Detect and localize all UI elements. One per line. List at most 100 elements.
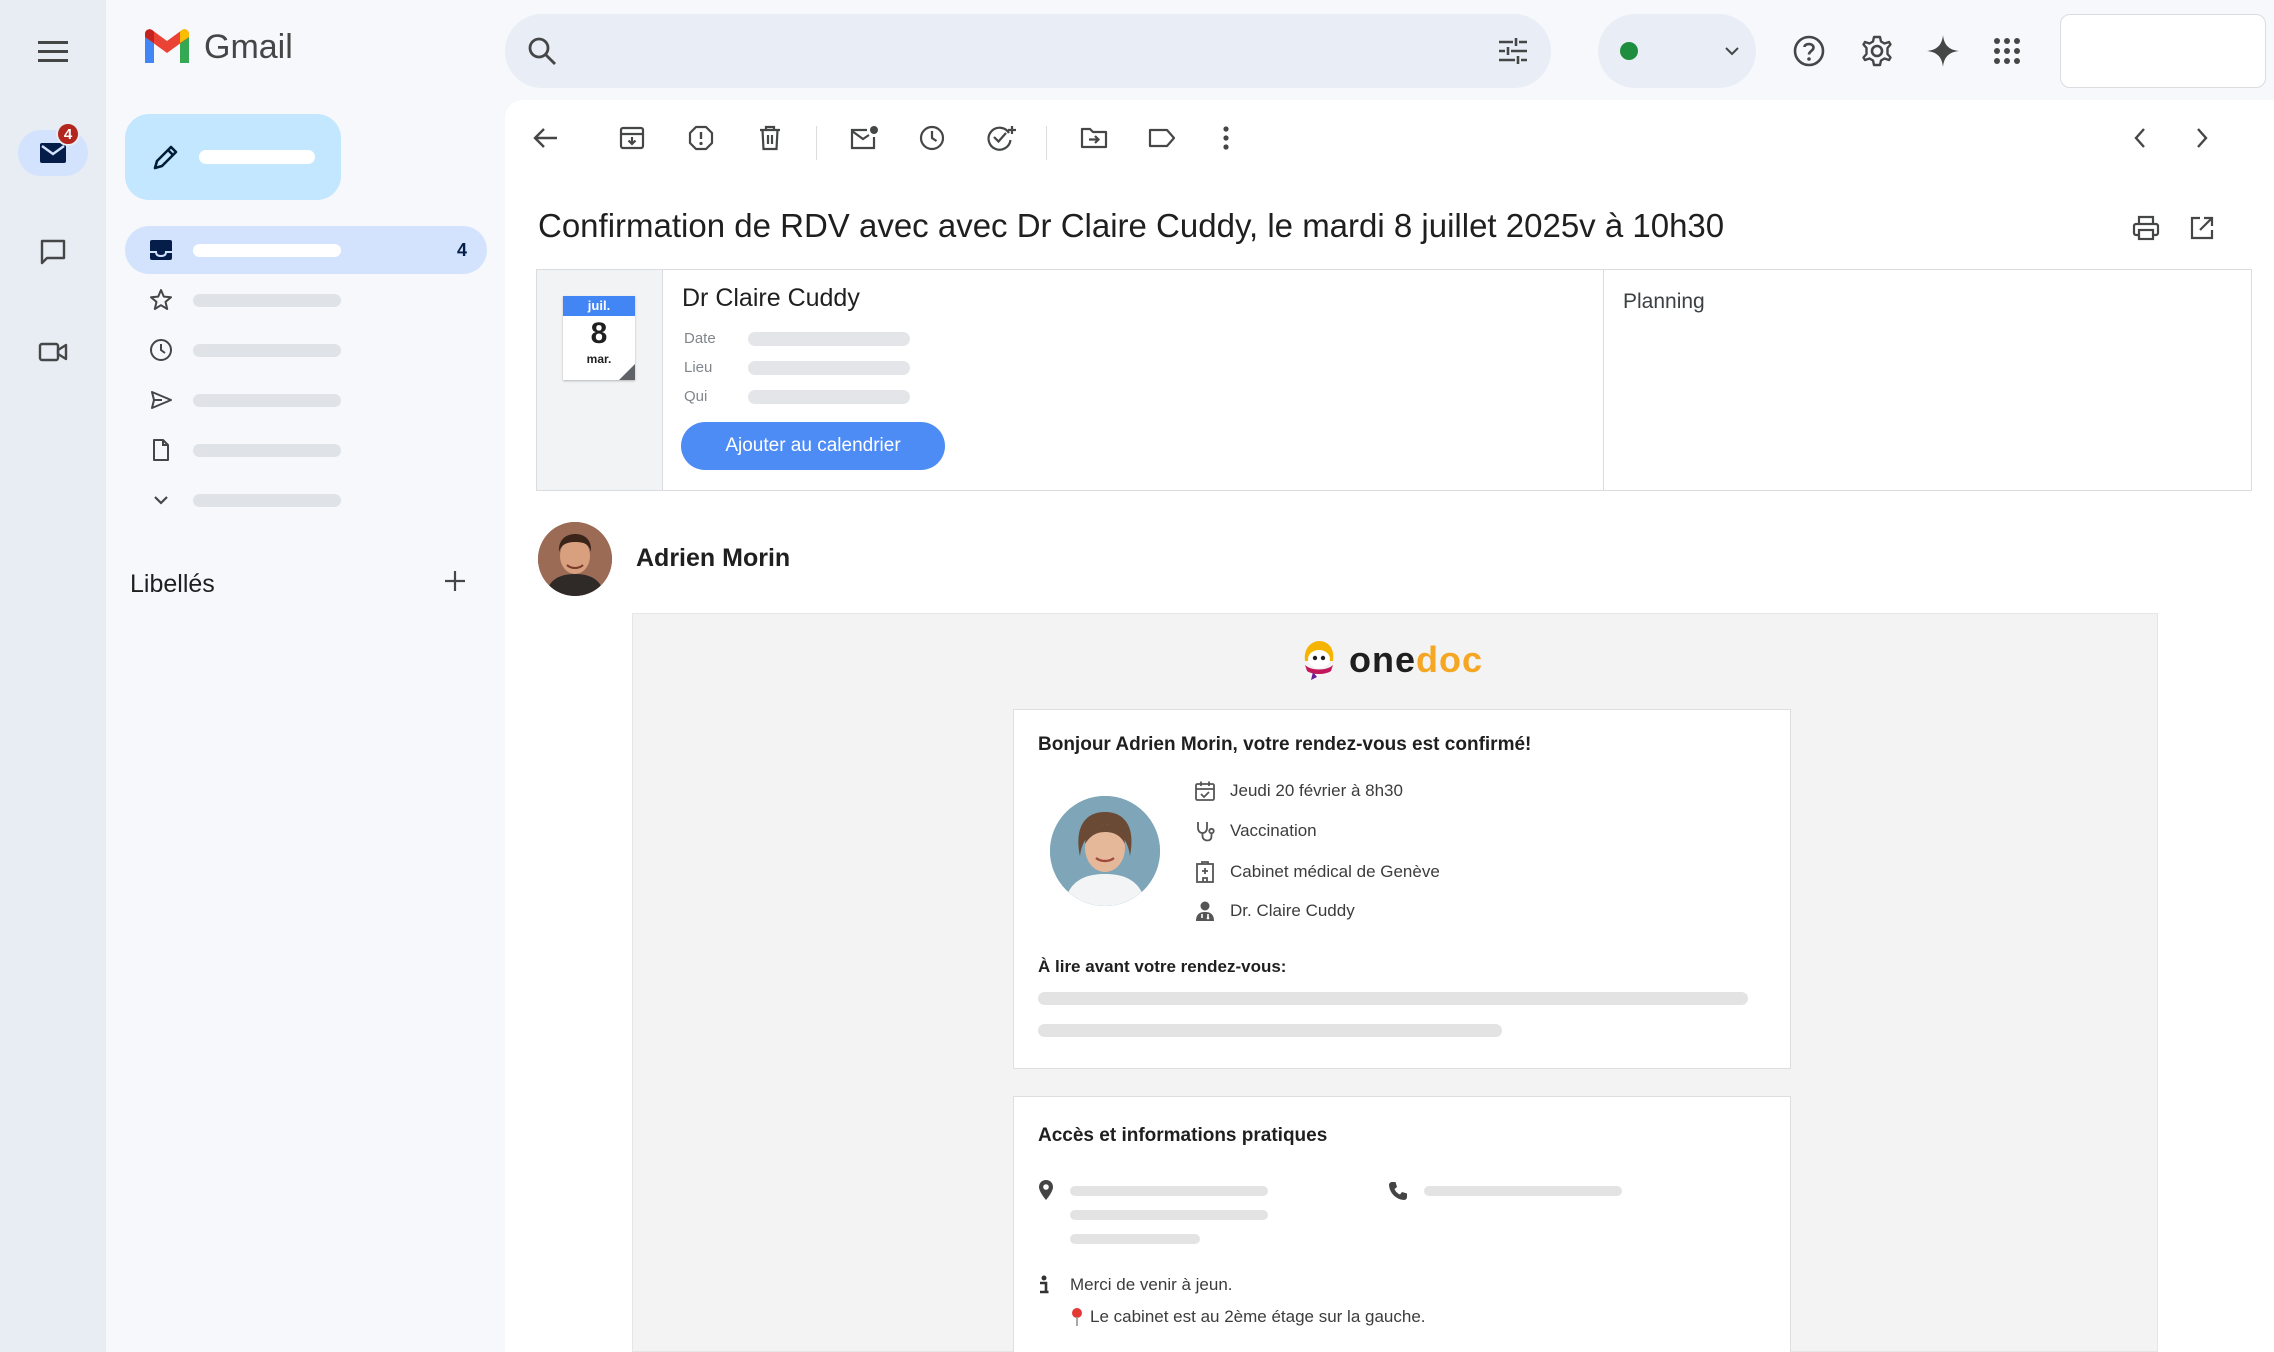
trash-icon bbox=[760, 125, 780, 151]
planning-label: Planning bbox=[1623, 290, 1705, 313]
calendar-check-icon bbox=[1195, 781, 1215, 801]
print-button[interactable] bbox=[2128, 210, 2164, 246]
phone-placeholder-line bbox=[1424, 1186, 1622, 1196]
move-to-button[interactable] bbox=[1076, 120, 1112, 156]
nav-item-drafts[interactable] bbox=[125, 426, 487, 474]
send-icon bbox=[151, 391, 172, 409]
calendar-invite-card: juil. 8 mar. Dr Claire Cuddy Date Lieu Q… bbox=[536, 269, 2252, 491]
page-fold-decoration bbox=[619, 364, 635, 380]
event-row-label: Qui bbox=[684, 388, 708, 405]
toolbar-divider bbox=[1046, 126, 1047, 160]
note-fasting-text: Merci de venir à jeun. bbox=[1070, 1275, 1233, 1294]
arrow-left-icon bbox=[533, 128, 557, 148]
event-value-placeholder bbox=[748, 360, 910, 375]
open-new-window-button[interactable] bbox=[2184, 210, 2220, 246]
event-value-placeholder bbox=[748, 389, 910, 404]
compose-button[interactable] bbox=[125, 114, 341, 200]
greeting-heading: Bonjour Adrien Morin, votre rendez-vous … bbox=[1038, 734, 1532, 755]
gemini-button[interactable] bbox=[1922, 30, 1964, 72]
calendar-date-tile: juil. 8 mar. bbox=[563, 296, 635, 380]
draft-file-icon bbox=[153, 439, 169, 461]
nav-item-inbox[interactable]: 4 bbox=[125, 226, 487, 274]
chevron-down-icon bbox=[1725, 47, 1739, 56]
back-button[interactable] bbox=[528, 120, 564, 156]
hamburger-icon bbox=[38, 41, 68, 62]
event-title: Dr Claire Cuddy bbox=[682, 284, 860, 312]
nav-label-placeholder bbox=[193, 393, 341, 407]
labels-section-title: Libellés bbox=[130, 570, 215, 598]
search-bar[interactable] bbox=[505, 14, 1551, 88]
detail-type-text: Vaccination bbox=[1230, 821, 1317, 840]
more-options-button[interactable] bbox=[1208, 120, 1244, 156]
mail-badge: 4 bbox=[56, 122, 80, 146]
rail-chat-button[interactable] bbox=[0, 232, 106, 272]
apps-grid-icon bbox=[1994, 38, 2020, 64]
add-label-button[interactable] bbox=[442, 568, 468, 599]
note-fasting: Merci de venir à jeun. bbox=[1038, 1275, 1233, 1295]
status-selector[interactable] bbox=[1598, 14, 1756, 88]
text-placeholder-line bbox=[1038, 1024, 1502, 1037]
nav-label-placeholder bbox=[193, 293, 341, 307]
practical-info-card: Accès et informations pratiques Merci de… bbox=[1013, 1096, 1791, 1352]
location-pin-icon bbox=[1039, 1180, 1053, 1200]
search-input[interactable] bbox=[577, 14, 1497, 88]
main-menu-button[interactable] bbox=[0, 26, 106, 78]
email-body: onedoc Bonjour Adrien Morin, votre rende… bbox=[632, 613, 2158, 1352]
address-placeholder-line bbox=[1070, 1234, 1200, 1244]
video-camera-icon bbox=[38, 342, 68, 362]
app-rail: 4 bbox=[0, 0, 106, 1352]
printer-icon bbox=[2132, 215, 2160, 241]
archive-button[interactable] bbox=[614, 120, 650, 156]
labels-button[interactable] bbox=[1144, 120, 1180, 156]
gmail-logo[interactable]: Gmail bbox=[142, 28, 293, 67]
email-subject: Confirmation de RDV avec avec Dr Claire … bbox=[538, 207, 1725, 244]
apps-button[interactable] bbox=[1986, 30, 2028, 72]
add-to-tasks-button[interactable] bbox=[984, 120, 1020, 156]
detail-doctor-text: Dr. Claire Cuddy bbox=[1230, 901, 1355, 920]
nav-item-sent[interactable] bbox=[125, 376, 487, 424]
nav-label-placeholder bbox=[193, 493, 341, 507]
clock-icon bbox=[150, 339, 172, 361]
older-button[interactable] bbox=[2184, 120, 2220, 156]
newer-button[interactable] bbox=[2122, 120, 2158, 156]
nav-label-placeholder bbox=[193, 343, 341, 357]
open-in-new-icon bbox=[2190, 216, 2214, 240]
delete-button[interactable] bbox=[752, 120, 788, 156]
sender-avatar[interactable] bbox=[538, 522, 612, 596]
nav-item-more[interactable] bbox=[125, 476, 487, 524]
clinic-building-icon bbox=[1196, 861, 1214, 883]
event-row-who: Qui bbox=[684, 388, 910, 405]
rail-meet-button[interactable] bbox=[0, 332, 106, 372]
chevron-down-icon bbox=[154, 496, 168, 505]
chevron-right-icon bbox=[2197, 128, 2208, 148]
nav-item-snoozed[interactable] bbox=[125, 326, 487, 374]
red-pushpin-icon bbox=[1072, 1308, 1082, 1326]
report-spam-button[interactable] bbox=[683, 120, 719, 156]
address-placeholder-line bbox=[1070, 1210, 1268, 1220]
clock-icon bbox=[919, 125, 945, 151]
help-icon bbox=[1793, 35, 1825, 67]
nav-item-starred[interactable] bbox=[125, 276, 487, 324]
mail-icon bbox=[40, 143, 66, 163]
detail-date-text: Jeudi 20 février à 8h30 bbox=[1230, 781, 1403, 800]
search-options-icon[interactable] bbox=[1497, 37, 1529, 65]
help-button[interactable] bbox=[1788, 30, 1830, 72]
stethoscope-icon bbox=[1197, 822, 1215, 842]
account-area[interactable] bbox=[2060, 14, 2266, 88]
sparkle-icon bbox=[1927, 35, 1959, 67]
chat-icon bbox=[40, 239, 66, 265]
mark-unread-button[interactable] bbox=[846, 120, 882, 156]
detail-doctor: Dr. Claire Cuddy bbox=[1194, 900, 1355, 922]
settings-button[interactable] bbox=[1856, 30, 1898, 72]
mark-unread-icon bbox=[850, 126, 878, 150]
detail-place: Cabinet médical de Genève bbox=[1194, 861, 1440, 883]
snooze-button[interactable] bbox=[914, 120, 950, 156]
add-to-calendar-button[interactable]: Ajouter au calendrier bbox=[681, 422, 945, 470]
gmail-wordmark: Gmail bbox=[204, 28, 293, 66]
label-icon bbox=[1148, 128, 1176, 148]
nav-label-placeholder bbox=[193, 243, 341, 257]
info-icon bbox=[1040, 1275, 1049, 1294]
report-icon bbox=[688, 125, 714, 151]
sender-name: Adrien Morin bbox=[636, 544, 791, 572]
onedoc-logo: onedoc bbox=[1299, 639, 1483, 681]
